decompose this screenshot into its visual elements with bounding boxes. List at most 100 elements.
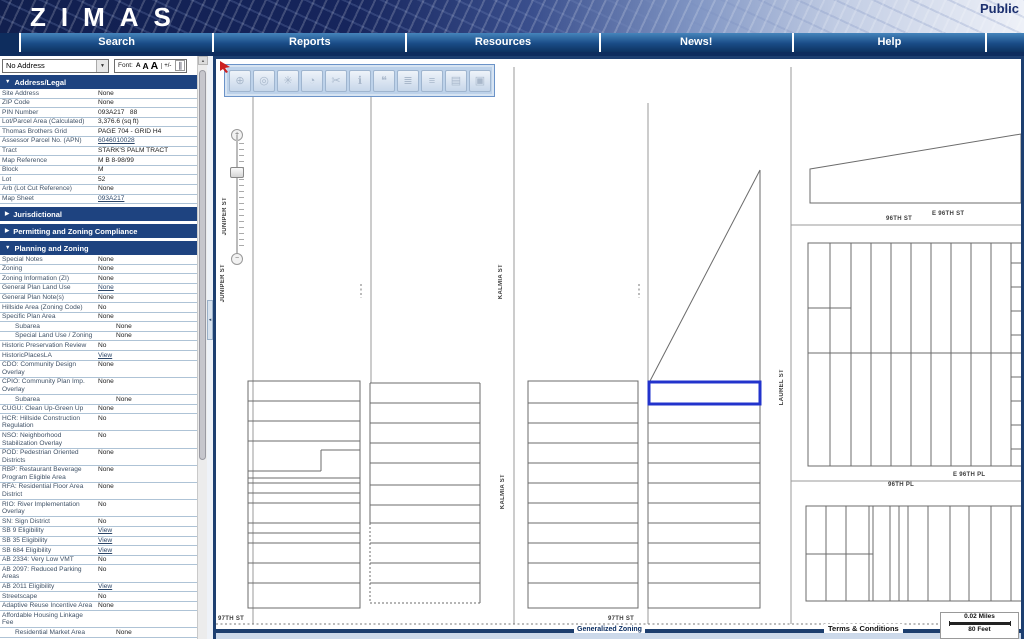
photo-icon: ▣ <box>475 74 485 87</box>
photo-button[interactable]: ▣ <box>469 70 491 92</box>
field-label: HistoricPlacesLA <box>2 352 98 360</box>
field-value: M B 8-98/99 <box>98 157 197 165</box>
clip-tools-button[interactable]: ✂ <box>325 70 347 92</box>
field-row: PIN Number093A217 88 <box>0 108 197 118</box>
zoom-selection-icon: ◎ <box>259 74 269 87</box>
zimas-logo: ZIMAS <box>30 2 186 33</box>
scale-miles-label: 0.02 Miles <box>941 613 1018 620</box>
legend-button[interactable]: ≣ <box>397 70 419 92</box>
zoom-slider-handle[interactable] <box>230 167 244 178</box>
measure-button[interactable]: ◔ <box>301 70 323 92</box>
field-value-link[interactable]: 6046010028 <box>98 137 197 145</box>
field-value: STARK'S PALM TRACT <box>98 147 197 155</box>
field-row: ZoningNone <box>0 265 197 275</box>
field-row: NSO: Neighborhood Stabilization OverlayN… <box>0 431 197 448</box>
field-value-link[interactable]: None <box>98 284 197 292</box>
font-large-button[interactable]: A <box>151 60 159 72</box>
field-value: None <box>98 275 197 283</box>
section-title: Permitting and Zoning Compliance <box>13 227 137 236</box>
field-label: Specific Plan Area <box>2 313 98 321</box>
street-label: JUNIPER ST <box>222 197 228 235</box>
nav-tabs: SearchReportsResourcesNews!Help <box>21 33 987 52</box>
select-parcel-button[interactable]: ✳ <box>277 70 299 92</box>
section-header-permitting-and-zoning-compliance[interactable]: ▶Permitting and Zoning Compliance <box>0 224 197 238</box>
field-row: General Plan Land UseNone <box>0 284 197 294</box>
sidebar-scrollbar[interactable]: ▲ <box>197 56 207 639</box>
zoom-out-button[interactable]: − <box>231 253 243 265</box>
nav-tab-news[interactable]: News! <box>601 33 792 52</box>
section-header-planning-and-zoning[interactable]: ▼Planning and Zoning <box>0 241 197 255</box>
field-row: RIO: River Implementation OverlayNo <box>0 500 197 517</box>
field-value: No <box>98 304 197 312</box>
nav-tab-search[interactable]: Search <box>21 33 212 52</box>
font-small-button[interactable]: A <box>136 62 141 69</box>
field-label: AB 2011 Eligibility <box>2 583 98 591</box>
field-row: AB 2334: Very Low VMTNo <box>0 556 197 566</box>
field-label: Assessor Parcel No. (APN) <box>2 137 98 145</box>
field-value: None <box>98 405 197 413</box>
font-toggle-button[interactable]: +/- <box>161 63 173 69</box>
terms-conditions-link[interactable]: Terms & Conditions <box>824 624 903 633</box>
field-value: None <box>98 313 197 321</box>
app-header: ZIMAS Public <box>0 0 1024 33</box>
field-label: General Plan Land Use <box>2 284 98 292</box>
field-label: SB 9 Eligibility <box>2 527 98 535</box>
field-value-link[interactable]: View <box>98 527 197 535</box>
field-value-link[interactable]: 093A217 <box>98 195 197 203</box>
comment-button[interactable]: ❝ <box>373 70 395 92</box>
field-value: None <box>98 294 197 302</box>
field-label: Residential Market Area <box>2 629 98 637</box>
print-icon: ▤ <box>451 74 461 87</box>
field-value: None <box>98 361 197 369</box>
field-row: Lot52 <box>0 175 197 185</box>
field-value: No <box>98 415 197 423</box>
field-label: Zoning Information (ZI) <box>2 275 98 283</box>
address-controls: No Address ▼ Font: A A A +/- ∥ <box>0 56 197 74</box>
list-button[interactable]: ≡ <box>421 70 443 92</box>
field-row: RBP: Restaurant Beverage Program Eligibl… <box>0 466 197 483</box>
field-row: Lot/Parcel Area (Calculated)3,376.6 (sq … <box>0 118 197 128</box>
section-title: Address/Legal <box>14 78 66 87</box>
scrollbar-thumb[interactable] <box>199 70 206 460</box>
field-label: RFA: Residential Floor Area District <box>2 483 98 498</box>
selected-parcel-highlight[interactable] <box>649 382 760 404</box>
list-icon: ≡ <box>429 75 435 87</box>
section-header-jurisdictional[interactable]: ▶Jurisdictional <box>0 207 197 221</box>
field-value-link[interactable]: View <box>98 537 197 545</box>
dropdown-arrow-icon[interactable]: ▼ <box>96 60 108 72</box>
field-value-link[interactable]: View <box>98 583 197 591</box>
highlight-text-icon[interactable]: ∥ <box>175 60 185 71</box>
field-label: Thomas Brothers Grid <box>2 128 98 136</box>
field-label: Hillside Area (Zoning Code) <box>2 304 98 312</box>
field-label: Streetscape <box>2 593 98 601</box>
nav-tab-reports[interactable]: Reports <box>214 33 405 52</box>
nav-tab-resources[interactable]: Resources <box>407 33 598 52</box>
parcel-map[interactable] <box>216 59 1021 626</box>
field-value-link[interactable]: View <box>98 352 197 360</box>
globe-button[interactable]: ⊕ <box>229 70 251 92</box>
field-label: General Plan Note(s) <box>2 294 98 302</box>
field-label: AB 2334: Very Low VMT <box>2 556 98 564</box>
parcel-lines <box>248 134 1021 608</box>
font-medium-button[interactable]: A <box>143 61 149 71</box>
field-label: Zoning <box>2 265 98 273</box>
zoom-slider[interactable]: + − <box>229 129 245 265</box>
nav-tab-help[interactable]: Help <box>794 33 985 52</box>
field-value-link[interactable]: View <box>98 547 197 555</box>
field-label: ZIP Code <box>2 99 98 107</box>
map-viewport[interactable]: ⊕ ◎ ✳◔✂ℹ❝≣ ≡ ▤ ▣ + − <box>213 56 1024 639</box>
zoom-selection-button[interactable]: ◎ <box>253 70 275 92</box>
field-label: Subarea <box>2 396 98 404</box>
street-label: E 96TH PL <box>953 472 985 478</box>
field-row: CDO: Community Design OverlayNone <box>0 361 197 378</box>
print-button[interactable]: ▤ <box>445 70 467 92</box>
street-label: KALMIA ST <box>500 474 506 509</box>
field-label: Arb (Lot Cut Reference) <box>2 185 98 193</box>
map-pointer-icon <box>219 60 232 73</box>
address-dropdown[interactable]: No Address ▼ <box>2 59 109 73</box>
section-header-address-legal[interactable]: ▼Address/Legal <box>0 75 197 89</box>
scroll-up-icon[interactable]: ▲ <box>198 56 208 65</box>
info-button[interactable]: ℹ <box>349 70 371 92</box>
field-value: None <box>98 332 197 340</box>
field-label: Adaptive Reuse Incentive Area <box>2 602 98 610</box>
